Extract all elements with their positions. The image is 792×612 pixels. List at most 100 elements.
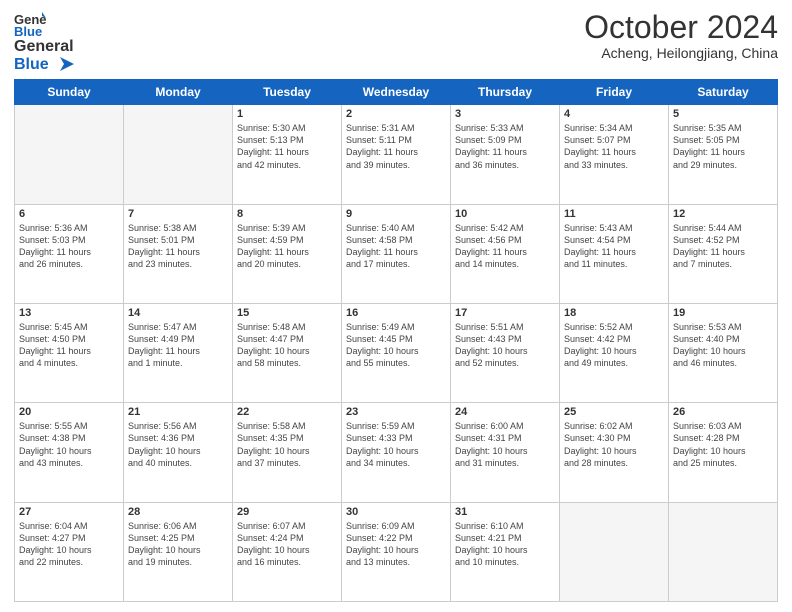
day-number: 23 <box>346 406 446 418</box>
day-info: Sunrise: 6:03 AMSunset: 4:28 PMDaylight:… <box>673 420 773 469</box>
logo: General Blue General Blue <box>14 10 74 73</box>
day-info: Sunrise: 5:33 AMSunset: 5:09 PMDaylight:… <box>455 122 555 171</box>
day-info: Sunrise: 5:59 AMSunset: 4:33 PMDaylight:… <box>346 420 446 469</box>
table-row <box>124 105 233 204</box>
title-block: October 2024 Acheng, Heilongjiang, China <box>584 10 778 61</box>
calendar-header-row: Sunday Monday Tuesday Wednesday Thursday… <box>15 80 778 105</box>
day-info: Sunrise: 5:36 AMSunset: 5:03 PMDaylight:… <box>19 222 119 271</box>
day-info: Sunrise: 6:07 AMSunset: 4:24 PMDaylight:… <box>237 520 337 569</box>
day-info: Sunrise: 5:43 AMSunset: 4:54 PMDaylight:… <box>564 222 664 271</box>
table-row: 29Sunrise: 6:07 AMSunset: 4:24 PMDayligh… <box>233 502 342 601</box>
table-row: 2 Sunrise: 5:31 AMSunset: 5:11 PMDaylight… <box>342 105 451 204</box>
table-row: 14 Sunrise: 5:47 AMSunset: 4:49 PMDayligh… <box>124 303 233 402</box>
table-row: 26 Sunrise: 6:03 AMSunset: 4:28 PMDayligh… <box>669 403 778 502</box>
table-row: 24Sunrise: 6:00 AMSunset: 4:31 PMDayligh… <box>451 403 560 502</box>
day-info: Sunrise: 5:49 AMSunset: 4:45 PMDaylight:… <box>346 321 446 370</box>
day-info: Sunrise: 5:34 AMSunset: 5:07 PMDaylight:… <box>564 122 664 171</box>
header-tuesday: Tuesday <box>233 80 342 105</box>
day-info: Sunrise: 5:56 AMSunset: 4:36 PMDaylight:… <box>128 420 228 469</box>
table-row: 3 Sunrise: 5:33 AMSunset: 5:09 PMDaylight… <box>451 105 560 204</box>
day-number: 2 <box>346 108 446 120</box>
header: General Blue General Blue October 2024 A… <box>14 10 778 73</box>
day-info: Sunrise: 5:47 AMSunset: 4:49 PMDaylight:… <box>128 321 228 370</box>
day-number: 3 <box>455 108 555 120</box>
day-number: 18 <box>564 307 664 319</box>
table-row: 30Sunrise: 6:09 AMSunset: 4:22 PMDayligh… <box>342 502 451 601</box>
day-number: 13 <box>19 307 119 319</box>
day-number: 7 <box>128 208 228 220</box>
table-row: 8 Sunrise: 5:39 AMSunset: 4:59 PMDaylight… <box>233 204 342 303</box>
day-info: Sunrise: 6:10 AMSunset: 4:21 PMDaylight:… <box>455 520 555 569</box>
table-row: 27 Sunrise: 6:04 AMSunset: 4:27 PMDayligh… <box>15 502 124 601</box>
table-row: 28Sunrise: 6:06 AMSunset: 4:25 PMDayligh… <box>124 502 233 601</box>
day-number: 19 <box>673 307 773 319</box>
table-row: 15Sunrise: 5:48 AMSunset: 4:47 PMDayligh… <box>233 303 342 402</box>
day-number: 8 <box>237 208 337 220</box>
day-number: 20 <box>19 406 119 418</box>
header-thursday: Thursday <box>451 80 560 105</box>
table-row: 7Sunrise: 5:38 AMSunset: 5:01 PMDaylight… <box>124 204 233 303</box>
table-row: 6 Sunrise: 5:36 AMSunset: 5:03 PMDaylight… <box>15 204 124 303</box>
calendar-week-row: 13Sunrise: 5:45 AMSunset: 4:50 PMDayligh… <box>15 303 778 402</box>
day-info: Sunrise: 5:44 AMSunset: 4:52 PMDaylight:… <box>673 222 773 271</box>
calendar-week-row: 1 Sunrise: 5:30 AMSunset: 5:13 PMDaylight… <box>15 105 778 204</box>
header-friday: Friday <box>560 80 669 105</box>
day-number: 31 <box>455 506 555 518</box>
day-info: Sunrise: 5:55 AMSunset: 4:38 PMDaylight:… <box>19 420 119 469</box>
day-number: 6 <box>19 208 119 220</box>
table-row: 9Sunrise: 5:40 AMSunset: 4:58 PMDaylight… <box>342 204 451 303</box>
day-number: 1 <box>237 108 337 120</box>
day-info: Sunrise: 5:39 AMSunset: 4:59 PMDaylight:… <box>237 222 337 271</box>
header-monday: Monday <box>124 80 233 105</box>
day-number: 22 <box>237 406 337 418</box>
table-row <box>560 502 669 601</box>
header-saturday: Saturday <box>669 80 778 105</box>
day-number: 11 <box>564 208 664 220</box>
logo-icon: General Blue <box>14 10 46 38</box>
logo-arrow-icon <box>52 57 74 71</box>
header-sunday: Sunday <box>15 80 124 105</box>
logo-blue: Blue <box>14 56 49 74</box>
table-row: 4 Sunrise: 5:34 AMSunset: 5:07 PMDaylight… <box>560 105 669 204</box>
header-wednesday: Wednesday <box>342 80 451 105</box>
day-number: 5 <box>673 108 773 120</box>
day-info: Sunrise: 5:53 AMSunset: 4:40 PMDaylight:… <box>673 321 773 370</box>
day-info: Sunrise: 5:42 AMSunset: 4:56 PMDaylight:… <box>455 222 555 271</box>
table-row: 16Sunrise: 5:49 AMSunset: 4:45 PMDayligh… <box>342 303 451 402</box>
table-row: 12 Sunrise: 5:44 AMSunset: 4:52 PMDayligh… <box>669 204 778 303</box>
svg-text:Blue: Blue <box>14 24 42 38</box>
day-info: Sunrise: 5:31 AMSunset: 5:11 PMDaylight:… <box>346 122 446 171</box>
day-info: Sunrise: 6:09 AMSunset: 4:22 PMDaylight:… <box>346 520 446 569</box>
calendar-week-row: 6 Sunrise: 5:36 AMSunset: 5:03 PMDaylight… <box>15 204 778 303</box>
day-number: 27 <box>19 506 119 518</box>
day-info: Sunrise: 5:48 AMSunset: 4:47 PMDaylight:… <box>237 321 337 370</box>
calendar-table: Sunday Monday Tuesday Wednesday Thursday… <box>14 79 778 602</box>
table-row: 31 Sunrise: 6:10 AMSunset: 4:21 PMDayligh… <box>451 502 560 601</box>
table-row: 20 Sunrise: 5:55 AMSunset: 4:38 PMDayligh… <box>15 403 124 502</box>
table-row: 19 Sunrise: 5:53 AMSunset: 4:40 PMDayligh… <box>669 303 778 402</box>
table-row: 11 Sunrise: 5:43 AMSunset: 4:54 PMDayligh… <box>560 204 669 303</box>
logo-general: General <box>14 38 74 56</box>
table-row: 1 Sunrise: 5:30 AMSunset: 5:13 PMDaylight… <box>233 105 342 204</box>
calendar-week-row: 20 Sunrise: 5:55 AMSunset: 4:38 PMDayligh… <box>15 403 778 502</box>
table-row: 22 Sunrise: 5:58 AMSunset: 4:35 PMDayligh… <box>233 403 342 502</box>
table-row: 18 Sunrise: 5:52 AMSunset: 4:42 PMDayligh… <box>560 303 669 402</box>
day-info: Sunrise: 6:04 AMSunset: 4:27 PMDaylight:… <box>19 520 119 569</box>
day-number: 25 <box>564 406 664 418</box>
day-number: 26 <box>673 406 773 418</box>
day-info: Sunrise: 5:40 AMSunset: 4:58 PMDaylight:… <box>346 222 446 271</box>
table-row: 13Sunrise: 5:45 AMSunset: 4:50 PMDayligh… <box>15 303 124 402</box>
day-number: 4 <box>564 108 664 120</box>
day-info: Sunrise: 5:58 AMSunset: 4:35 PMDaylight:… <box>237 420 337 469</box>
month-title: October 2024 <box>584 10 778 45</box>
day-info: Sunrise: 5:52 AMSunset: 4:42 PMDaylight:… <box>564 321 664 370</box>
calendar-page: General Blue General Blue October 2024 A… <box>0 0 792 612</box>
day-info: Sunrise: 6:02 AMSunset: 4:30 PMDaylight:… <box>564 420 664 469</box>
table-row: 23 Sunrise: 5:59 AMSunset: 4:33 PMDayligh… <box>342 403 451 502</box>
day-number: 14 <box>128 307 228 319</box>
day-number: 12 <box>673 208 773 220</box>
day-info: Sunrise: 5:30 AMSunset: 5:13 PMDaylight:… <box>237 122 337 171</box>
table-row: 25 Sunrise: 6:02 AMSunset: 4:30 PMDayligh… <box>560 403 669 502</box>
day-info: Sunrise: 6:06 AMSunset: 4:25 PMDaylight:… <box>128 520 228 569</box>
day-number: 24 <box>455 406 555 418</box>
